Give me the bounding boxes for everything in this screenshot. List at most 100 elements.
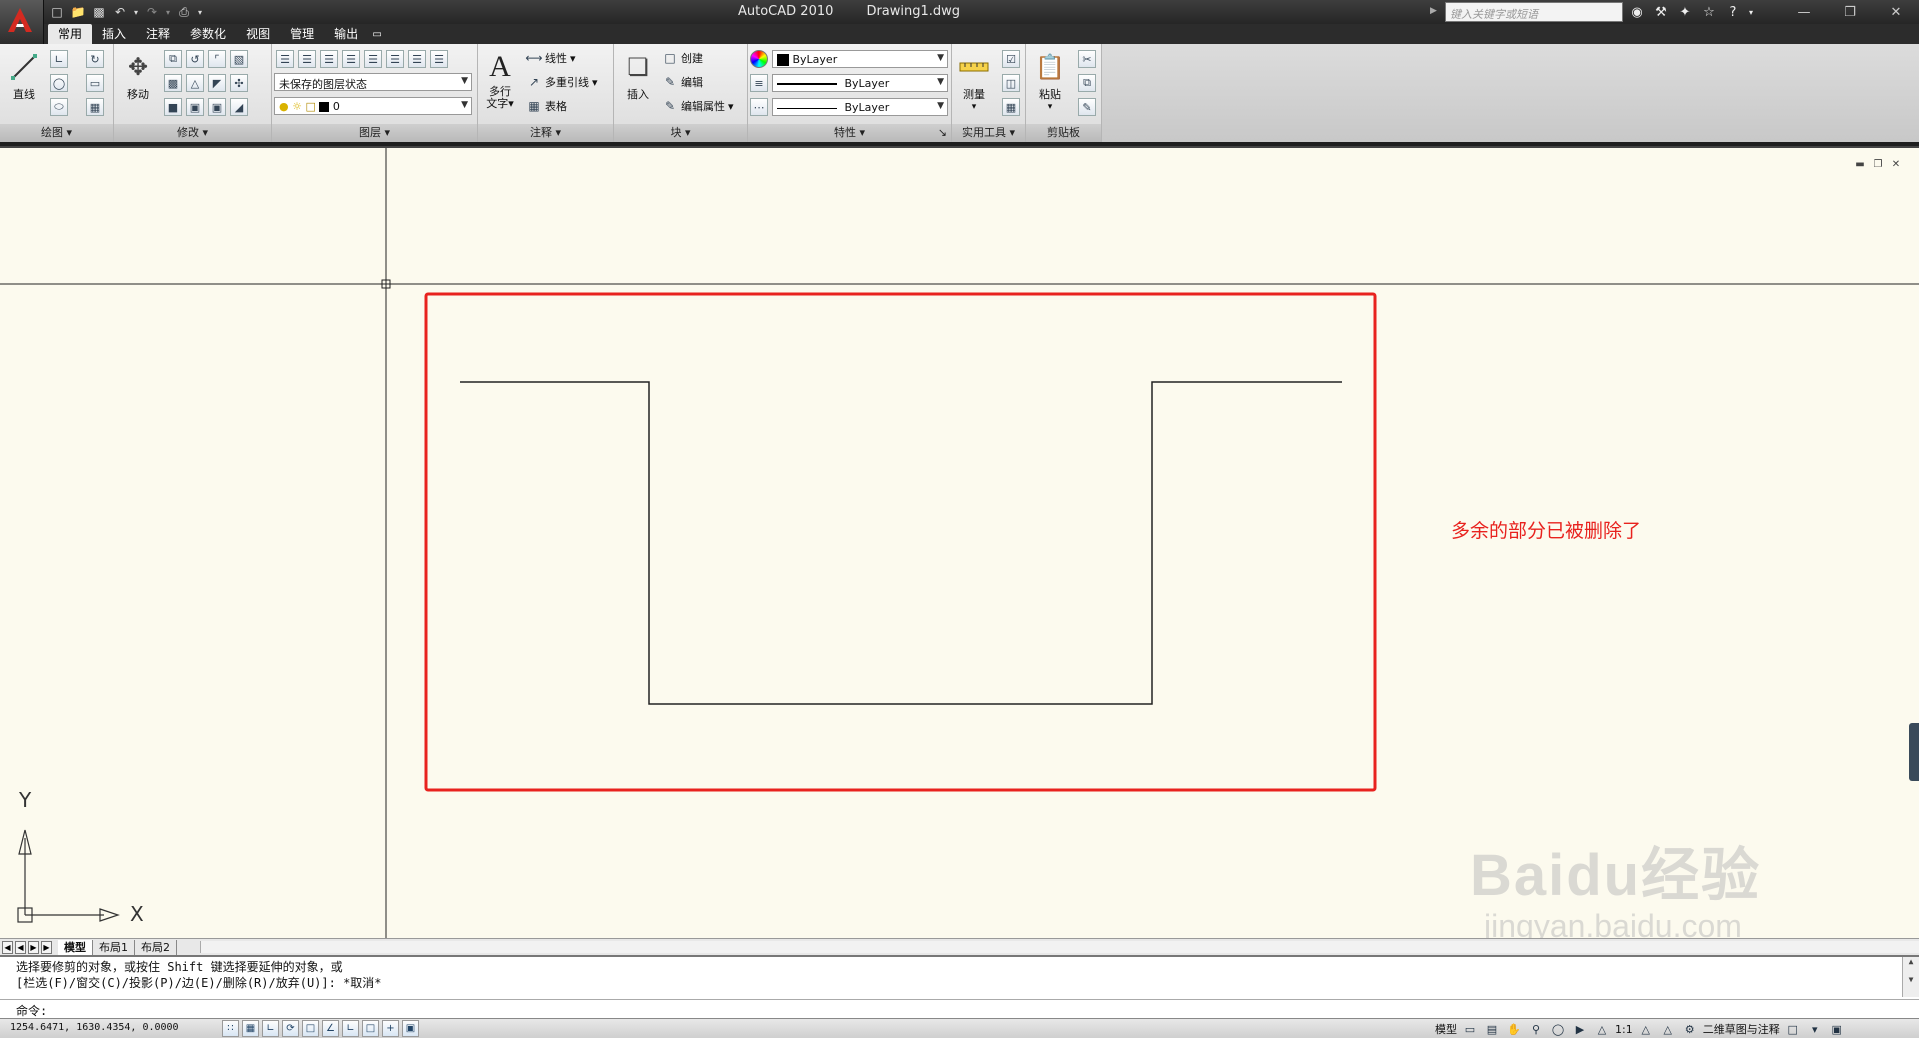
grid-display-icon[interactable]: ▦ (242, 1020, 259, 1037)
redo-dropdown-icon[interactable]: ▾ (164, 3, 172, 21)
showmotion-icon[interactable]: ▶ (1571, 1021, 1589, 1037)
polar-tracking-icon[interactable]: ⟳ (282, 1020, 299, 1037)
ellipse-icon[interactable]: ⬭ (50, 98, 68, 116)
offset-icon[interactable]: ▣ (208, 98, 226, 116)
help-dropdown-icon[interactable]: ▾ (1746, 2, 1756, 22)
lineweight-toggle-icon[interactable]: + (382, 1020, 399, 1037)
circle-icon[interactable]: ◯ (50, 74, 68, 92)
binoculars-icon[interactable]: ◉ (1626, 2, 1648, 22)
measure-button[interactable]: 测量 ▾ (954, 48, 994, 120)
tab-output[interactable]: 输出 (324, 24, 368, 44)
tab-home[interactable]: 常用 (48, 24, 93, 44)
restore-button[interactable]: ❐ (1827, 0, 1873, 24)
subscription-icon[interactable]: ⚒ (1650, 2, 1672, 22)
layer-properties-icon[interactable]: ☰ (276, 50, 294, 68)
trim-icon[interactable]: ⌜ (208, 50, 226, 68)
tab-annotate[interactable]: 注释 (136, 24, 180, 44)
quick-select-icon[interactable]: ☑ (1002, 50, 1020, 68)
u-shaped-profile[interactable] (460, 381, 1342, 705)
layer-dropdown[interactable]: ● ☼ □ 0 ▼ (274, 97, 472, 115)
prev-layout-icon[interactable]: ◀ (15, 940, 26, 954)
panel-label-layers[interactable]: 图层 ▾ (272, 124, 477, 142)
layer-unisolate-icon[interactable]: ☰ (386, 50, 404, 68)
viewport-restore-icon[interactable]: ❐ (1871, 158, 1885, 170)
table-button[interactable]: ▦ 表格 (526, 98, 567, 114)
layer-isolate-icon[interactable]: ☰ (364, 50, 382, 68)
viewport-close-icon[interactable]: ✕ (1889, 158, 1903, 170)
move-button[interactable]: ✥ 移动 (118, 48, 158, 120)
quick-view-icon[interactable]: ▤ (1483, 1021, 1501, 1037)
workspace-switch[interactable]: 二维草图与注释 (1703, 1021, 1780, 1037)
communication-center-icon[interactable]: ✦ (1674, 2, 1696, 22)
ortho-mode-icon[interactable]: ∟ (262, 1020, 279, 1037)
command-input[interactable]: 命令: (0, 999, 1919, 1018)
layer-state-dropdown[interactable]: 未保存的图层状态 ▼ (274, 73, 472, 91)
undo-dropdown-icon[interactable]: ▾ (132, 3, 140, 21)
last-layout-icon[interactable]: ▶ (41, 940, 52, 954)
first-layout-icon[interactable]: ◀ (2, 940, 13, 954)
steeringwheel-icon[interactable]: ◯ (1549, 1021, 1567, 1037)
layer-match-icon[interactable]: ☰ (320, 50, 338, 68)
array-icon[interactable]: ▣ (186, 98, 204, 116)
autoscale-icon[interactable]: △ (1659, 1021, 1677, 1037)
zoom-icon[interactable]: ⚲ (1527, 1021, 1545, 1037)
rectangle-icon[interactable]: ▭ (86, 74, 104, 92)
rotate-icon[interactable]: ↺ (186, 50, 204, 68)
panel-label-annotation[interactable]: 注释 ▾ (478, 124, 613, 142)
annotation-visibility-icon[interactable]: △ (1637, 1021, 1655, 1037)
copy-clip-icon[interactable]: ⧉ (1078, 74, 1096, 92)
multileader-button[interactable]: ↗ 多重引线 ▾ (526, 74, 598, 90)
tab-insert[interactable]: 插入 (92, 24, 136, 44)
paste-button[interactable]: 📋 粘贴 ▾ (1030, 48, 1070, 120)
line-button[interactable]: 直线 (4, 48, 44, 120)
qat-customize-icon[interactable]: ▾ (196, 3, 204, 21)
coordinate-readout[interactable]: 1254.6471, 1630.4354, 0.0000 (10, 1022, 179, 1033)
next-layout-icon[interactable]: ▶ (28, 940, 39, 954)
cut-icon[interactable]: ✂ (1078, 50, 1096, 68)
layout-view-icon[interactable]: ▭ (1461, 1021, 1479, 1037)
insert-block-button[interactable]: ❏ 插入 (618, 48, 658, 120)
annotation-scale-value[interactable]: 1:1 (1615, 1023, 1633, 1036)
quick-properties-icon[interactable]: ▣ (402, 1020, 419, 1037)
object-snap-icon[interactable]: □ (302, 1020, 319, 1037)
layer-off-icon[interactable]: ☰ (408, 50, 426, 68)
drawing-svg[interactable] (0, 148, 1919, 940)
select-similar-icon[interactable]: ◫ (1002, 74, 1020, 92)
drawing-canvas[interactable]: Y X 多余的部分已被删除了 ▬ ❐ ✕ Baidu经验 jingyan.bai… (0, 146, 1919, 944)
panel-label-block[interactable]: 块 ▾ (614, 124, 747, 142)
horizontal-scrollbar[interactable] (200, 941, 1919, 953)
panel-label-clipboard[interactable]: 剪贴板 (1026, 124, 1101, 142)
status-menu-icon[interactable]: ▾ (1806, 1021, 1824, 1037)
fillet-icon[interactable]: ◤ (208, 74, 226, 92)
toolbar-lock-icon[interactable]: □ (1784, 1021, 1802, 1037)
stretch-icon[interactable]: ▩ (164, 74, 182, 92)
minimize-button[interactable]: — (1781, 0, 1827, 24)
command-scrollbar[interactable]: ▲ ▼ (1902, 957, 1919, 997)
redo-icon[interactable]: ↷ (143, 3, 161, 21)
color-dropdown[interactable]: ByLayer ▼ (772, 50, 948, 68)
undo-icon[interactable]: ↶ (111, 3, 129, 21)
favorites-star-icon[interactable]: ☆ (1698, 2, 1720, 22)
edit-attributes-button[interactable]: ✎ 编辑属性 ▾ (662, 98, 734, 114)
lineweight-icon[interactable]: ≡ (750, 74, 768, 92)
application-menu-button[interactable] (0, 0, 44, 44)
linear-dimension-button[interactable]: ⟷ 线性 ▾ (525, 50, 575, 66)
ribbon-minimize-icon[interactable]: ▭ (368, 24, 386, 44)
search-expand-icon[interactable]: ▶ (1430, 2, 1444, 22)
object-snap-tracking-icon[interactable]: ∠ (322, 1020, 339, 1037)
hatch-icon[interactable]: ▦ (86, 98, 104, 116)
viewport-minimize-icon[interactable]: ▬ (1853, 158, 1867, 170)
layout-tab-layout1[interactable]: 布局1 (93, 939, 135, 955)
color-wheel-icon[interactable] (750, 50, 768, 68)
workspace-gear-icon[interactable]: ⚙ (1681, 1021, 1699, 1037)
close-button[interactable]: ✕ (1873, 0, 1919, 24)
panel-label-modify[interactable]: 修改 ▾ (114, 124, 271, 142)
dynamic-input-icon[interactable]: □ (362, 1020, 379, 1037)
arc-icon[interactable]: ↻ (86, 50, 104, 68)
annotation-scale-icon[interactable]: △ (1593, 1021, 1611, 1037)
save-icon[interactable]: ▩ (90, 3, 108, 21)
pan-icon[interactable]: ✋ (1505, 1021, 1523, 1037)
explode-icon[interactable]: ✣ (230, 74, 248, 92)
panel-label-utilities[interactable]: 实用工具 ▾ (952, 124, 1025, 142)
new-file-icon[interactable]: □ (48, 3, 66, 21)
